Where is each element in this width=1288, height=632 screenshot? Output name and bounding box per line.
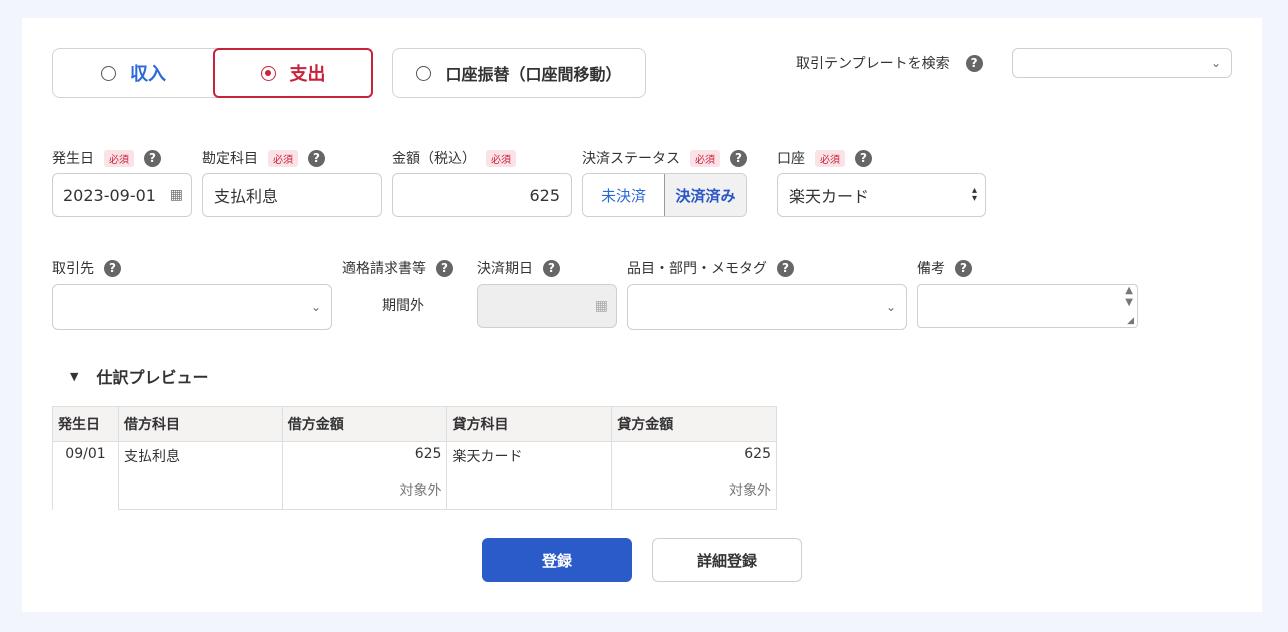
tags-label-row: 品目・部門・メモタグ ? [627,258,794,278]
qualified-invoice-label: 適格請求書等 [342,261,426,277]
memo-textarea[interactable]: ▲ ▼ ◢ [917,284,1138,328]
expense-tab[interactable]: 支出 [213,48,373,98]
account-item-input[interactable]: 支払利息 [202,173,382,217]
wallet-label: 口座 [777,151,805,167]
wallet-value: 楽天カード [789,187,870,206]
qualified-invoice-value: 期間外 [382,298,424,314]
tags-label: 品目・部門・メモタグ [627,261,767,277]
scroll-arrows-icon[interactable]: ▲ ▼ [1125,285,1133,309]
table-row: 対象外 対象外 [53,475,777,510]
help-icon[interactable]: ? [955,259,972,277]
resize-handle-icon[interactable]: ◢ [1127,316,1134,326]
transfer-tab[interactable]: 口座振替（口座間移動） [392,48,646,98]
qualified-invoice-label-row: 適格請求書等 ? [342,258,453,278]
preview-title: 仕訳プレビュー [96,368,209,387]
partner-label-row: 取引先 ? [52,258,121,278]
account-item-label: 勘定科目 [202,151,258,167]
register-button[interactable]: 登録 [482,538,632,582]
detail-register-button[interactable]: 詳細登録 [652,538,802,582]
row-empty-cell [446,475,613,510]
due-date-input: ▦ [477,284,617,328]
wallet-select[interactable]: 楽天カード ▴ ▾ [777,173,986,217]
row-credit-item: 楽天カード [446,441,613,476]
help-icon[interactable]: ? [436,259,453,277]
row-credit-tax: 対象外 [611,475,777,510]
preview-toggle[interactable]: ▼ 仕訳プレビュー [70,364,208,388]
chevron-down-icon: ⌄ [1210,56,1221,70]
settlement-status-label: 決済ステータス [582,151,680,167]
help-icon[interactable]: ? [543,259,560,277]
row-debit-tax: 対象外 [281,475,448,510]
column-header: 貸方金額 [611,406,777,442]
radio-icon [101,65,116,81]
required-badge: 必須 [815,149,845,167]
partner-label: 取引先 [52,261,94,277]
date-label-row: 発生日 必須 ? [52,148,161,168]
expense-label: 支出 [289,64,326,85]
settlement-status-label-row: 決済ステータス 必須 ? [582,148,747,168]
preview-header-row: 発生日 借方科目 借方金額 貸方科目 貸方金額 [52,406,777,442]
transfer-label: 口座振替（口座間移動） [445,65,622,84]
radio-checked-icon [260,65,276,81]
partner-select[interactable]: ⌄ [52,284,332,330]
amount-label-row: 金額（税込） 必須 [392,148,516,168]
select-arrows-icon: ▴ ▾ [971,185,977,204]
row-empty-cell [117,475,283,510]
table-row: 09/01 支払利息 625 楽天カード 625 [52,441,777,510]
settlement-status-toggle: 未決済 決済済み [582,173,747,217]
row-date: 09/01 [52,441,119,510]
radio-icon [416,65,432,81]
help-icon[interactable]: ? [777,259,794,277]
column-header: 発生日 [52,406,119,442]
calendar-icon[interactable]: ▦ [170,187,183,203]
column-header: 借方科目 [117,406,283,442]
template-search-select[interactable]: ⌄ [1012,48,1232,78]
required-badge: 必須 [486,149,516,167]
calendar-icon: ▦ [594,298,608,314]
account-item-value: 支払利息 [214,187,279,206]
transaction-type-group: 収入 支出 [52,48,373,98]
memo-label-row: 備考 ? [917,258,972,278]
due-date-label-row: 決済期日 ? [477,258,560,278]
row-debit-item: 支払利息 [117,441,283,476]
date-label: 発生日 [52,151,94,167]
chevron-down-icon: ⌄ [310,300,321,314]
help-icon[interactable]: ? [855,149,872,167]
row-debit-amount: 625 [281,441,448,476]
income-label: 収入 [130,64,166,85]
template-search-label: 取引テンプレートを検索 [796,56,950,72]
account-item-label-row: 勘定科目 必須 ? [202,148,325,168]
status-paid-option[interactable]: 決済済み [664,174,746,216]
required-badge: 必須 [104,149,134,167]
status-unpaid-option[interactable]: 未決済 [583,174,664,216]
required-badge: 必須 [690,149,720,167]
date-input[interactable]: 2023-09-01 ▦ [52,173,192,217]
caret-down-icon: ▼ [70,369,79,383]
amount-input[interactable]: 625 [392,173,572,217]
column-header: 借方金額 [281,406,448,442]
help-icon[interactable]: ? [965,54,983,72]
row-credit-amount: 625 [611,441,777,476]
wallet-label-row: 口座 必須 ? [777,148,872,168]
date-value: 2023-09-01 [63,185,156,205]
chevron-down-icon: ⌄ [885,300,896,314]
tags-select[interactable]: ⌄ [627,284,907,330]
preview-table: 発生日 借方科目 借方金額 貸方科目 貸方金額 09/01 支払利息 625 楽… [52,406,777,510]
template-search-label-row: 取引テンプレートを検索 ? [796,53,983,73]
help-icon[interactable]: ? [104,259,121,277]
amount-label: 金額（税込） [392,151,476,167]
due-date-label: 決済期日 [477,261,533,277]
required-badge: 必須 [268,149,298,167]
memo-label: 備考 [917,261,945,277]
help-icon[interactable]: ? [730,149,747,167]
income-tab[interactable]: 収入 [53,48,214,98]
help-icon[interactable]: ? [144,149,161,167]
column-header: 貸方科目 [446,406,613,442]
help-icon[interactable]: ? [308,149,325,167]
amount-value: 625 [529,185,560,205]
